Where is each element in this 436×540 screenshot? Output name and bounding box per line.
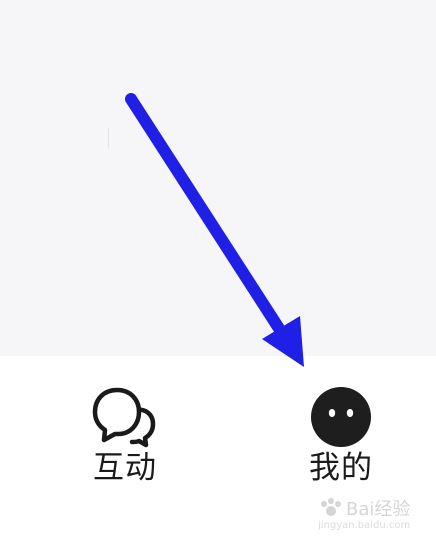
chat-bubbles-icon xyxy=(91,384,159,448)
watermark-logo: Bai经验 xyxy=(321,498,410,520)
tab-interaction-label: 互动 xyxy=(93,450,157,486)
divider xyxy=(108,128,109,148)
tab-me-label: 我的 xyxy=(309,450,373,486)
watermark-brand: Bai经验 xyxy=(346,499,410,520)
watermark: Bai经验 jingyan.baidu.com xyxy=(312,494,412,534)
tab-me[interactable]: 我的 xyxy=(276,356,406,496)
content-area xyxy=(0,0,436,356)
watermark-domain: jingyan.baidu.com xyxy=(318,520,411,531)
tab-interaction[interactable]: 互动 xyxy=(60,356,190,496)
profile-face-icon xyxy=(307,384,375,448)
